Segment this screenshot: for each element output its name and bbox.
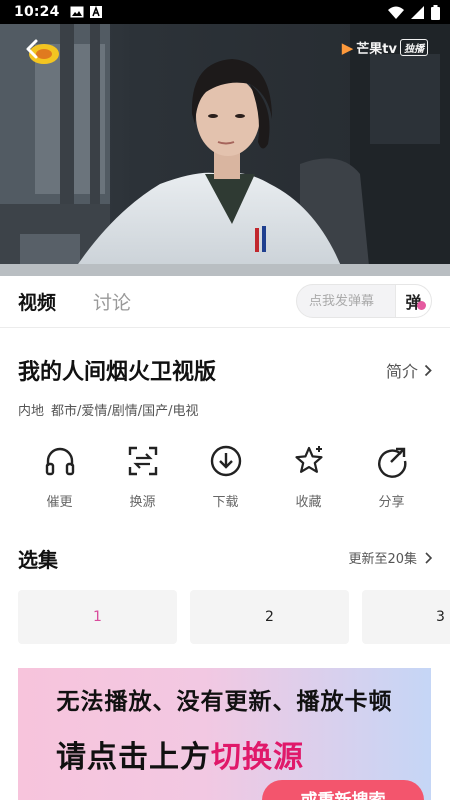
star-icon: [294, 446, 323, 473]
battery-icon: [431, 4, 440, 20]
danmu-status-dot: [417, 301, 426, 310]
episode-item-3[interactable]: 3: [362, 590, 450, 644]
wifi-icon: [388, 6, 404, 19]
mango-logo-icon: ▶: [341, 38, 354, 57]
show-tags: 内地 都市/爱情/剧情/国产/电视: [18, 400, 199, 419]
share-icon: [377, 447, 406, 478]
switch-source-tip-banner[interactable]: 无法播放、没有更新、播放卡顿 请点击上方切换源 或重新搜索: [18, 668, 431, 800]
switch-source-button[interactable]: 换源: [101, 444, 184, 510]
watermark-brand: 芒果tv: [356, 42, 397, 57]
chevron-right-icon: [425, 551, 432, 564]
mango-tv-watermark: ▶ 芒果tv 独播: [342, 38, 428, 57]
download-icon: [210, 445, 241, 477]
episodes-more-button[interactable]: 更新至20集: [348, 548, 432, 567]
tab-video[interactable]: 视频: [0, 288, 56, 315]
urge-update-label: 催更: [46, 495, 73, 510]
signal-icon: [411, 5, 424, 19]
switch-source-icon: [128, 446, 157, 476]
intro-button[interactable]: 简介: [386, 358, 432, 382]
danmu-toggle-button[interactable]: 弹: [395, 285, 431, 317]
research-button[interactable]: 或重新搜索: [262, 780, 424, 800]
video-player[interactable]: ▶ 芒果tv 独播: [0, 24, 450, 276]
download-button[interactable]: 下载: [184, 444, 267, 510]
back-arrow-icon[interactable]: [22, 36, 62, 68]
chevron-right-icon: [424, 364, 432, 376]
banner-line-2-highlight: 切换源: [211, 740, 304, 775]
tag-region: 内地: [18, 404, 45, 419]
a-notification-icon: [89, 6, 102, 18]
status-time: 10:24: [14, 4, 60, 20]
episode-list[interactable]: 1 2 3: [18, 590, 450, 644]
research-button-label: 或重新搜索: [301, 786, 386, 800]
share-label: 分享: [378, 495, 405, 510]
switch-source-label: 换源: [129, 495, 156, 510]
intro-label: 简介: [385, 362, 418, 381]
share-button[interactable]: 分享: [350, 444, 433, 510]
danmu-input[interactable]: [297, 293, 389, 309]
headphones-icon: [45, 447, 74, 476]
episode-item-3-label: 3: [436, 609, 445, 625]
video-frame-doctor: [0, 24, 450, 276]
download-label: 下载: [212, 495, 239, 510]
action-bar: 催更 换源 下载 收藏 分享: [0, 444, 450, 510]
episode-item-1[interactable]: 1: [18, 590, 177, 644]
content-tabs: 视频 讨论 弹: [0, 276, 450, 328]
episodes-title: 选集: [18, 548, 58, 572]
banner-line-2-prefix: 请点击上方: [56, 740, 211, 775]
urge-update-button[interactable]: 催更: [18, 444, 101, 510]
episodes-update-label: 更新至20集: [348, 552, 417, 567]
show-title: 我的人间烟火卫视版: [18, 360, 217, 385]
image-icon: [70, 6, 84, 18]
watermark-exclusive-badge: 独播: [400, 39, 428, 56]
tab-discussion[interactable]: 讨论: [56, 288, 131, 315]
banner-line-1: 无法播放、没有更新、播放卡顿: [56, 689, 393, 715]
episode-item-2[interactable]: 2: [190, 590, 349, 644]
status-bar: 10:24: [0, 0, 450, 24]
tag-genres: 都市/爱情/剧情/国产/电视: [51, 404, 199, 419]
banner-line-2: 请点击上方切换源: [56, 732, 304, 776]
favorite-button[interactable]: 收藏: [267, 444, 350, 510]
danmu-box: 弹: [296, 284, 432, 318]
favorite-label: 收藏: [295, 495, 322, 510]
